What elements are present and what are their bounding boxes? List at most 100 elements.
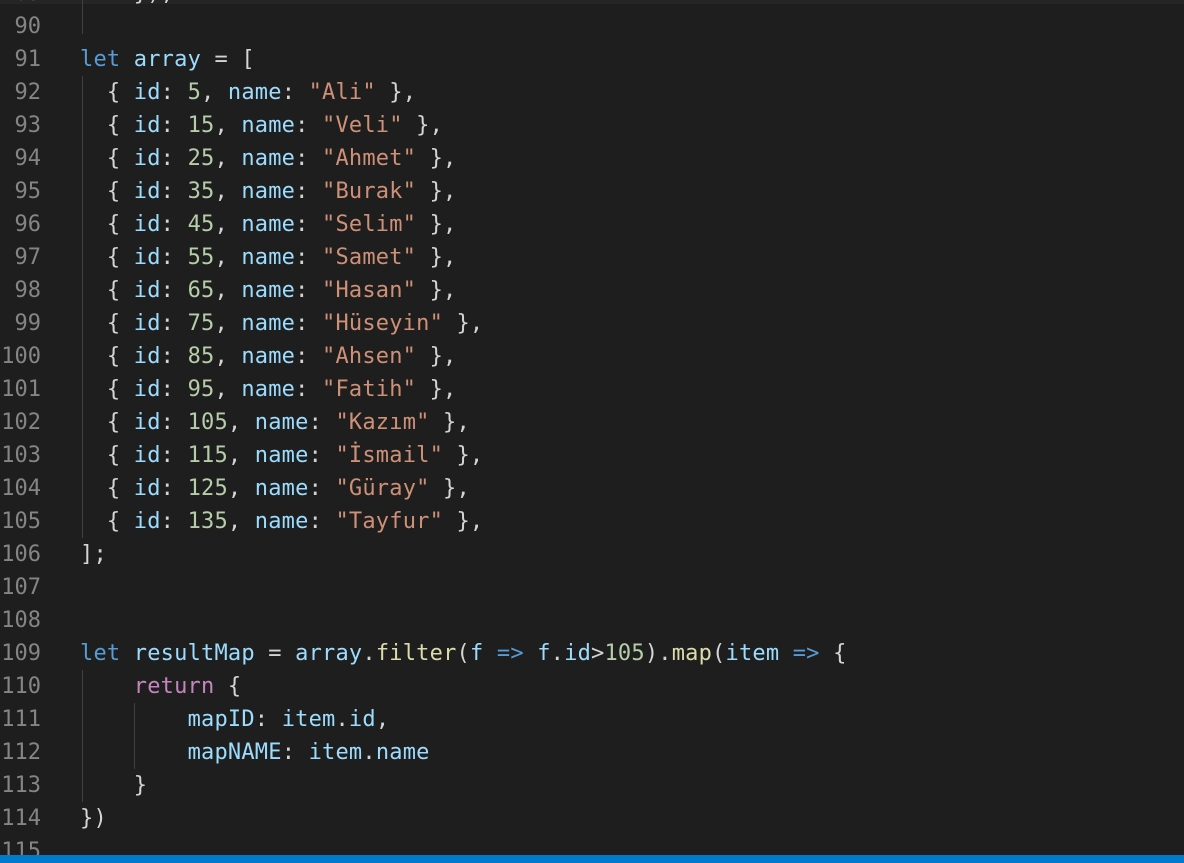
code-token: "Samet" [322,245,417,270]
code-text[interactable]: { id: 45, name: "Selim" }, [80,208,456,241]
code-text[interactable]: }) [80,802,107,835]
code-line[interactable]: 107 [0,571,1184,604]
code-line[interactable]: 92 { id: 5, name: "Ali" }, [0,76,1184,109]
code-text[interactable]: { id: 95, name: "Fatih" }, [80,373,456,406]
code-token: f [469,641,484,666]
code-token: { [80,245,134,270]
code-line[interactable]: 103 { id: 115, name: "İsmail" }, [0,439,1184,472]
code-text[interactable]: mapID: item.id, [80,703,389,736]
code-line[interactable]: 109 let resultMap = array.filter(f => f.i… [0,637,1184,670]
code-text[interactable]: { id: 55, name: "Samet" }, [80,241,456,274]
code-token: { [80,311,134,336]
code-line[interactable]: 114}) [0,802,1184,835]
line-number: 114 [1,806,41,831]
code-token: "Ali" [308,80,376,105]
code-line[interactable]: 95 { id: 35, name: "Burak" }, [0,175,1184,208]
code-token: , [201,80,228,105]
code-line[interactable]: 97 { id: 55, name: "Samet" }, [0,241,1184,274]
code-line[interactable]: 98 { id: 65, name: "Hasan" }, [0,274,1184,307]
code-line[interactable]: 101 { id: 95, name: "Fatih" }, [0,373,1184,406]
code-line[interactable]: 93 { id: 15, name: "Veli" }, [0,109,1184,142]
code-token: 75 [187,311,215,336]
code-line[interactable]: 106]; [0,538,1184,571]
code-line[interactable]: 99 { id: 75, name: "Hüseyin" }, [0,307,1184,340]
code-token: 5 [187,80,202,105]
code-line[interactable]: 90 [0,10,1184,43]
code-token: item [308,740,363,765]
code-text[interactable]: let array = [ [80,43,255,76]
code-token: id [133,344,161,369]
code-token: id [348,707,376,732]
code-text[interactable]: { id: 25, name: "Ahmet" }, [80,142,456,175]
code-line[interactable]: 112 mapNAME: item.name [0,736,1184,769]
code-token: , [214,377,242,402]
indent-guide-array [82,0,83,34]
code-text[interactable]: } [80,769,147,802]
code-token: . [362,641,376,666]
code-token: , [214,245,242,270]
code-line[interactable]: 105 { id: 135, name: "Tayfur" }, [0,505,1184,538]
code-line[interactable]: 94 { id: 25, name: "Ahmet" }, [0,142,1184,175]
code-lines[interactable]: 89 });9091let array = [92 { id: 5, name:… [0,0,1184,863]
code-token: : [295,278,323,303]
code-token: , [214,278,242,303]
code-line[interactable]: 111 mapID: item.id, [0,703,1184,736]
code-token: { [80,509,134,534]
code-token: : [160,377,188,402]
code-text[interactable]: { id: 75, name: "Hüseyin" }, [80,307,483,340]
code-token: name [254,443,309,468]
code-token: array [133,47,202,72]
code-text[interactable]: { id: 125, name: "Güray" }, [80,472,470,505]
code-line[interactable]: 108 [0,604,1184,637]
code-token: , [214,311,242,336]
code-line[interactable]: 102 { id: 105, name: "Kazım" }, [0,406,1184,439]
code-text[interactable]: { id: 105, name: "Kazım" }, [80,406,470,439]
code-text[interactable]: { id: 5, name: "Ali" }, [80,76,416,109]
code-line[interactable]: 110 return { [0,670,1184,703]
code-token: }, [429,476,470,501]
code-token: : [295,146,323,171]
code-text[interactable]: { id: 135, name: "Tayfur" }, [80,505,483,538]
code-token: : [295,212,323,237]
code-token: , [375,707,390,732]
code-line[interactable]: 89 }); [0,0,1184,10]
line-number: 89 [0,0,42,10]
code-line[interactable]: 96 { id: 45, name: "Selim" }, [0,208,1184,241]
indent-guide-array-body [82,76,83,538]
code-token: }, [416,344,457,369]
code-text[interactable]: return { [80,670,241,703]
code-token: 65 [187,278,215,303]
line-number: 94 [14,146,42,171]
code-token: "Güray" [335,476,430,501]
code-token: id [133,278,161,303]
code-token: ). [644,641,672,666]
code-token: id [133,443,161,468]
code-line[interactable]: 100 { id: 85, name: "Ahsen" }, [0,340,1184,373]
code-text[interactable]: let resultMap = array.filter(f => f.id>1… [80,637,847,670]
code-text[interactable]: ]; [80,538,107,571]
code-line[interactable]: 113 } [0,769,1184,802]
code-token: id [133,245,161,270]
code-text[interactable]: { id: 35, name: "Burak" }, [80,175,456,208]
code-text[interactable]: mapNAME: item.name [80,736,430,769]
code-token: : [295,245,323,270]
indent-guide-return-body [134,703,135,769]
code-token: , [227,443,255,468]
code-token: : [160,476,188,501]
line-number: 109 [1,641,41,666]
code-line[interactable]: 104 { id: 125, name: "Güray" }, [0,472,1184,505]
code-token: filter [375,641,457,666]
code-token: = [254,641,296,666]
code-text[interactable]: }); [80,0,174,10]
code-text[interactable]: { id: 115, name: "İsmail" }, [80,439,483,472]
code-line[interactable]: 91 let array = [ [0,43,1184,76]
code-token: , [227,410,255,435]
code-text[interactable]: { id: 15, name: "Veli" }, [80,109,443,142]
code-text[interactable]: { id: 65, name: "Hasan" }, [80,274,456,307]
code-token: name [241,311,296,336]
code-text[interactable]: { id: 85, name: "Ahsen" }, [80,340,456,373]
code-editor[interactable]: 89 });9091let array = [92 { id: 5, name:… [0,0,1184,863]
